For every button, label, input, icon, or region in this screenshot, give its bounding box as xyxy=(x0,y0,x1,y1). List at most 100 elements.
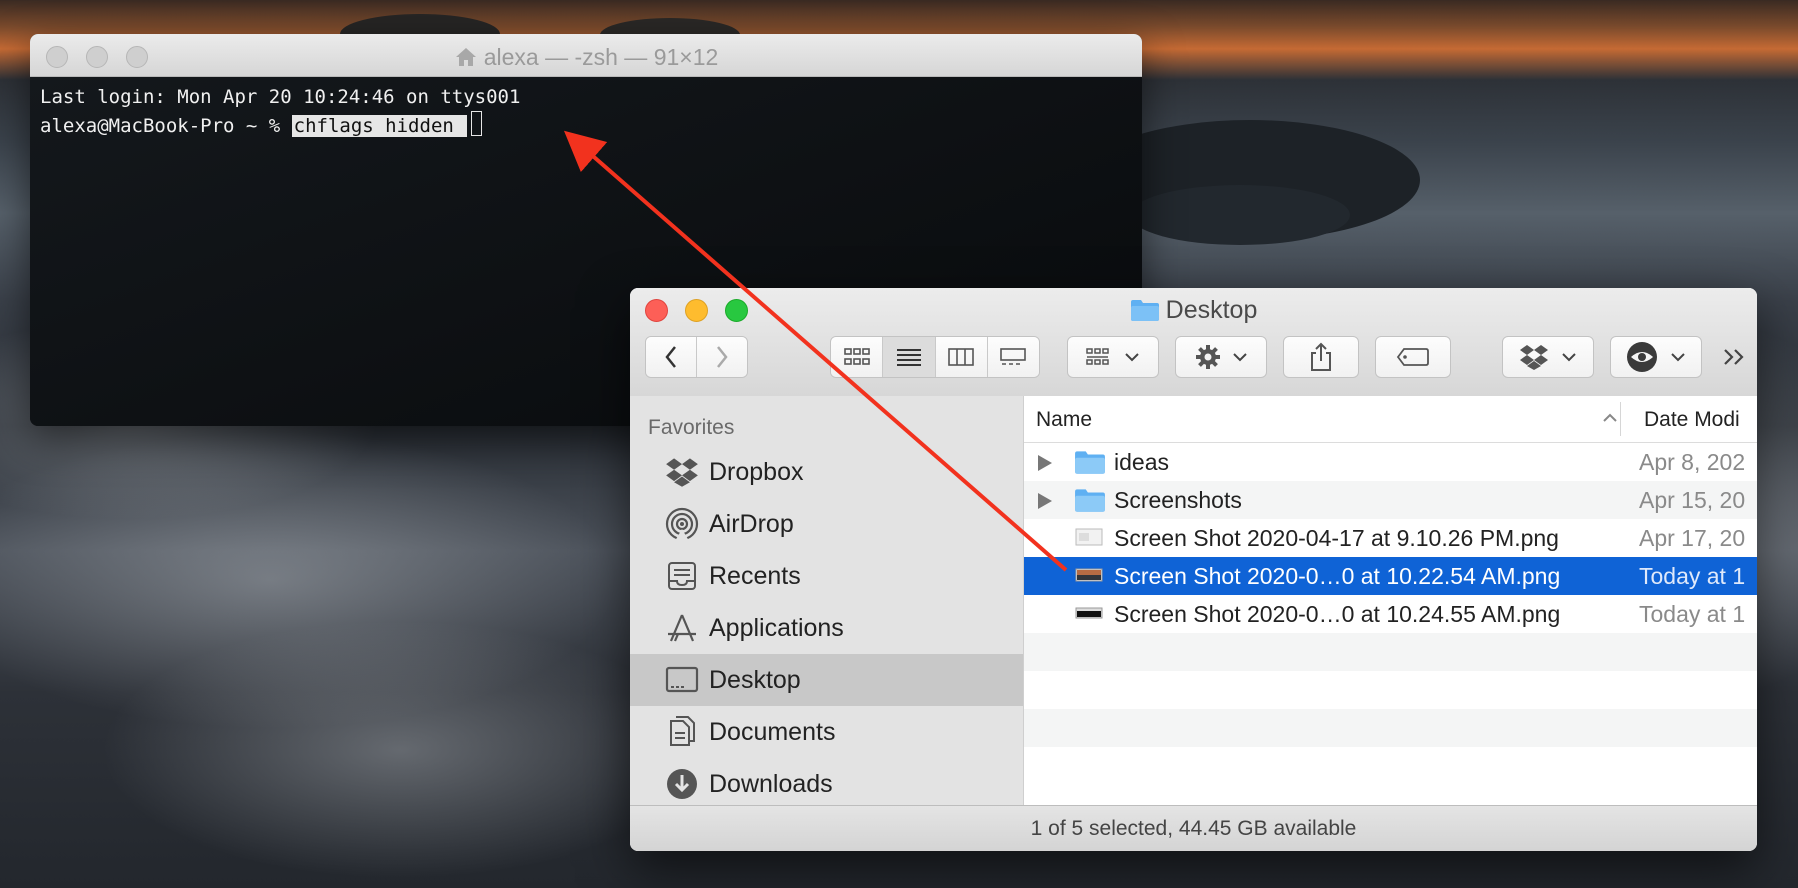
file-name: Screen Shot 2020-0…0 at 10.24.55 AM.png xyxy=(1114,601,1561,627)
documents-icon xyxy=(670,716,695,746)
share-button[interactable] xyxy=(1283,336,1359,378)
sidebar-item-label: Downloads xyxy=(709,769,833,798)
column-header-date-modified[interactable]: Date Modi xyxy=(1644,408,1740,432)
icon-view-button[interactable] xyxy=(831,337,884,377)
disclosure-triangle[interactable] xyxy=(1038,493,1052,509)
empty-row xyxy=(1024,709,1757,747)
group-icon xyxy=(1086,348,1109,365)
chevron-down-icon xyxy=(1125,353,1139,362)
desktop-icon xyxy=(665,666,699,693)
prompt-line[interactable]: alexa@MacBook-Pro ~ % chflags hidden xyxy=(40,111,1132,140)
file-row-screenshot-102455[interactable]: Screen Shot 2020-0…0 at 10.24.55 AM.png … xyxy=(1024,595,1757,633)
terminal-title-text: alexa — -zsh — 91×12 xyxy=(483,44,719,70)
chevron-down-icon xyxy=(1233,353,1247,362)
file-name: ideas xyxy=(1114,449,1169,475)
finder-title-text: Desktop xyxy=(1165,296,1258,324)
terminal-titlebar[interactable]: alexa — -zsh — 91×12 xyxy=(30,34,1142,77)
file-name: Screen Shot 2020-0…0 at 10.22.54 AM.png xyxy=(1114,563,1561,589)
navigation-buttons xyxy=(645,336,748,378)
status-bar: 1 of 5 selected, 44.45 GB available xyxy=(630,805,1757,851)
sidebar-item-label: Dropbox xyxy=(709,457,804,486)
file-name: Screenshots xyxy=(1114,487,1242,513)
folder-icon xyxy=(1075,451,1105,474)
file-date: Apr 8, 202 xyxy=(1639,449,1746,475)
column-view-button[interactable] xyxy=(935,337,988,377)
image-file-icon xyxy=(1075,607,1103,619)
file-list: Name Date Modi ideas Apr 8, 202 Screensh… xyxy=(1024,396,1757,805)
tag-icon xyxy=(1396,348,1429,366)
recents-icon xyxy=(668,562,696,590)
folder-icon xyxy=(1130,300,1159,321)
list-icon xyxy=(896,349,921,366)
shell-prompt: alexa@MacBook-Pro ~ % xyxy=(40,115,292,137)
image-file-icon xyxy=(1075,528,1103,546)
finder-toolbar: Desktop xyxy=(630,288,1757,397)
terminal-title: alexa — -zsh — 91×12 xyxy=(30,44,1142,71)
airdrop-icon xyxy=(665,507,699,541)
sidebar-header-favorites: Favorites xyxy=(648,416,735,439)
file-row-ideas[interactable]: ideas Apr 8, 202 xyxy=(1024,443,1757,481)
gear-icon xyxy=(1196,345,1220,369)
extension-menu-button[interactable] xyxy=(1610,336,1702,378)
file-name: Screen Shot 2020-04-17 at 9.10.26 PM.png xyxy=(1114,525,1559,551)
file-row-screenshot-0417[interactable]: Screen Shot 2020-04-17 at 9.10.26 PM.png… xyxy=(1024,519,1757,557)
folder-icon xyxy=(1075,489,1105,512)
file-row-screenshots[interactable]: Screenshots Apr 15, 20 xyxy=(1024,481,1757,519)
back-button[interactable] xyxy=(646,337,697,377)
sidebar-item-label: Recents xyxy=(709,561,801,590)
text-cursor xyxy=(471,111,483,136)
disclosure-triangle[interactable] xyxy=(1038,455,1052,471)
finder-window[interactable]: Desktop Favorites Dropbox AirDrop Recent… xyxy=(630,288,1757,851)
applications-icon xyxy=(668,614,696,642)
empty-row xyxy=(1024,671,1757,709)
grid-icon xyxy=(843,348,870,365)
column-divider[interactable] xyxy=(1620,402,1621,436)
sidebar-item-label: AirDrop xyxy=(709,509,794,538)
toolbar-overflow-button[interactable] xyxy=(1722,346,1748,373)
file-date: Today at 1 xyxy=(1639,563,1746,589)
file-date: Apr 15, 20 xyxy=(1639,487,1746,513)
chevron-down-icon xyxy=(1562,353,1576,362)
empty-row xyxy=(1024,633,1757,671)
home-icon xyxy=(455,48,476,66)
sidebar-item-documents[interactable]: Documents xyxy=(630,706,1023,758)
sidebar-item-applications[interactable]: Applications xyxy=(630,602,1023,654)
sidebar-item-label: Applications xyxy=(709,613,844,642)
group-by-button[interactable] xyxy=(1067,336,1159,378)
sidebar-item-recents[interactable]: Recents xyxy=(630,550,1023,602)
column-header-row: Name Date Modi xyxy=(1024,396,1757,443)
image-file-icon xyxy=(1075,568,1103,582)
file-row-screenshot-102254[interactable]: Screen Shot 2020-0…0 at 10.22.54 AM.png … xyxy=(1024,557,1757,595)
empty-row xyxy=(1024,747,1757,785)
sidebar-item-desktop[interactable]: Desktop xyxy=(630,654,1023,706)
file-date: Apr 17, 20 xyxy=(1639,525,1746,551)
column-header-name[interactable]: Name xyxy=(1036,408,1092,432)
action-menu-button[interactable] xyxy=(1175,336,1267,378)
share-icon xyxy=(1311,342,1331,371)
sidebar-item-downloads[interactable]: Downloads xyxy=(630,758,1023,805)
sidebar-item-dropbox[interactable]: Dropbox xyxy=(630,446,1023,498)
forward-button[interactable] xyxy=(697,337,747,377)
sidebar-item-airdrop[interactable]: AirDrop xyxy=(630,498,1023,550)
dropbox-icon xyxy=(666,458,698,487)
edit-tags-button[interactable] xyxy=(1375,336,1451,378)
finder-sidebar: Favorites Dropbox AirDrop Recents Applic… xyxy=(630,396,1024,805)
finder-title: Desktop xyxy=(630,296,1757,325)
chevron-left-icon xyxy=(665,346,676,368)
columns-icon xyxy=(948,348,974,366)
gallery-view-button[interactable] xyxy=(987,337,1039,377)
eye-icon xyxy=(1627,342,1657,372)
file-date: Today at 1 xyxy=(1639,601,1746,627)
chevron-down-icon xyxy=(1671,353,1685,362)
list-view-button[interactable] xyxy=(883,337,936,377)
dropbox-icon xyxy=(1520,345,1548,370)
dropbox-menu-button[interactable] xyxy=(1502,336,1594,378)
command-text[interactable]: chflags hidden xyxy=(291,115,468,137)
view-mode-selector xyxy=(830,336,1040,378)
downloads-icon xyxy=(667,769,697,799)
sort-ascending-icon[interactable] xyxy=(1602,412,1618,424)
sidebar-item-label: Documents xyxy=(709,717,836,746)
double-chevron-right-icon xyxy=(1724,349,1744,365)
sidebar-item-label: Desktop xyxy=(709,665,801,694)
gallery-icon xyxy=(1000,348,1027,365)
